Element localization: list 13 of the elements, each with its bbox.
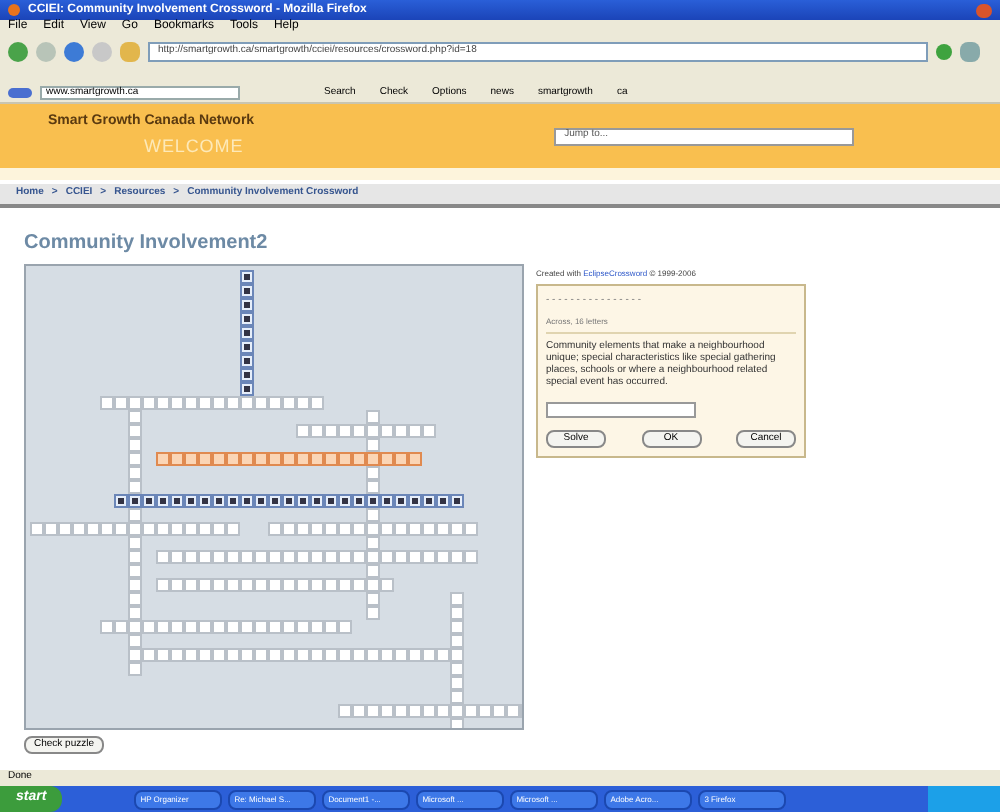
page-heading: Community Involvement2 xyxy=(24,230,270,256)
close-icon[interactable] xyxy=(976,3,992,17)
welcome-text: WELCOME xyxy=(142,133,246,159)
go-icon[interactable] xyxy=(936,44,952,60)
firefox-icon xyxy=(8,4,20,16)
home-icon[interactable] xyxy=(120,42,140,62)
reload-icon[interactable] xyxy=(64,42,84,62)
crossword-word[interactable] xyxy=(240,270,254,396)
forward-icon[interactable] xyxy=(36,42,56,62)
crossword-word[interactable] xyxy=(114,494,464,508)
back-icon[interactable] xyxy=(8,42,28,62)
stop-icon[interactable] xyxy=(92,42,112,62)
answer-field[interactable] xyxy=(546,401,696,417)
